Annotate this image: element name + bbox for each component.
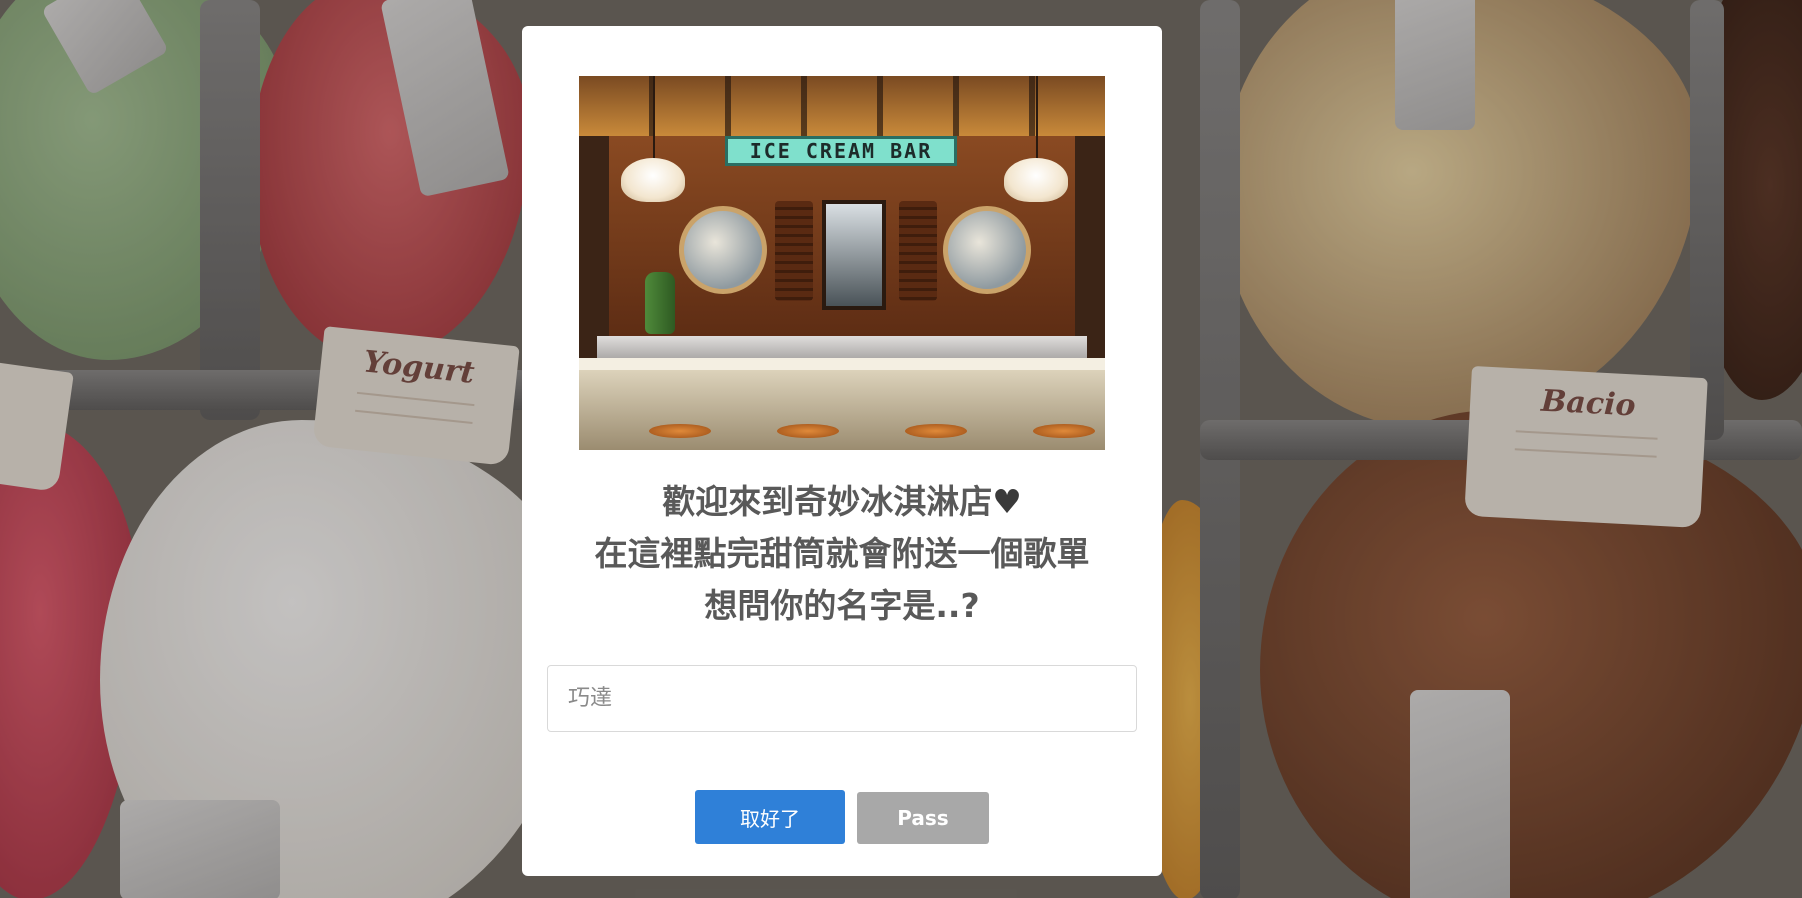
back-door bbox=[822, 200, 886, 310]
ice-cream-bar-sign: ICE CREAM BAR bbox=[725, 136, 957, 166]
welcome-line-1: 歡迎來到奇妙冰淇淋店♥ bbox=[662, 482, 1022, 521]
confirm-button[interactable]: 取好了 bbox=[695, 790, 845, 844]
welcome-dialog: ICE CREAM BAR 歡迎來到奇妙冰淇淋店♥ 在這裡點完甜筒就會附送一個歌… bbox=[522, 26, 1162, 876]
heart-icon: ♥ bbox=[992, 482, 1022, 521]
bar-counter bbox=[579, 358, 1105, 450]
glass-shelf bbox=[597, 336, 1087, 358]
welcome-line-2: 在這裡點完甜筒就會附送一個歌單 bbox=[594, 534, 1090, 573]
pendant-lamp bbox=[621, 158, 685, 202]
green-vase bbox=[645, 272, 675, 334]
pass-button[interactable]: Pass bbox=[857, 792, 989, 844]
bar-stool bbox=[905, 424, 967, 438]
round-mirror bbox=[943, 206, 1031, 294]
bar-stool bbox=[649, 424, 711, 438]
bar-stool bbox=[1033, 424, 1095, 438]
round-mirror bbox=[679, 206, 767, 294]
welcome-line-3: 想問你的名字是..? bbox=[704, 586, 980, 625]
name-input[interactable] bbox=[547, 665, 1137, 732]
pendant-lamp bbox=[1004, 158, 1068, 202]
ice-cream-bar-photo: ICE CREAM BAR bbox=[579, 76, 1105, 450]
welcome-message: 歡迎來到奇妙冰淇淋店♥ 在這裡點完甜筒就會附送一個歌單 想問你的名字是..? bbox=[522, 476, 1162, 632]
bar-stool bbox=[777, 424, 839, 438]
